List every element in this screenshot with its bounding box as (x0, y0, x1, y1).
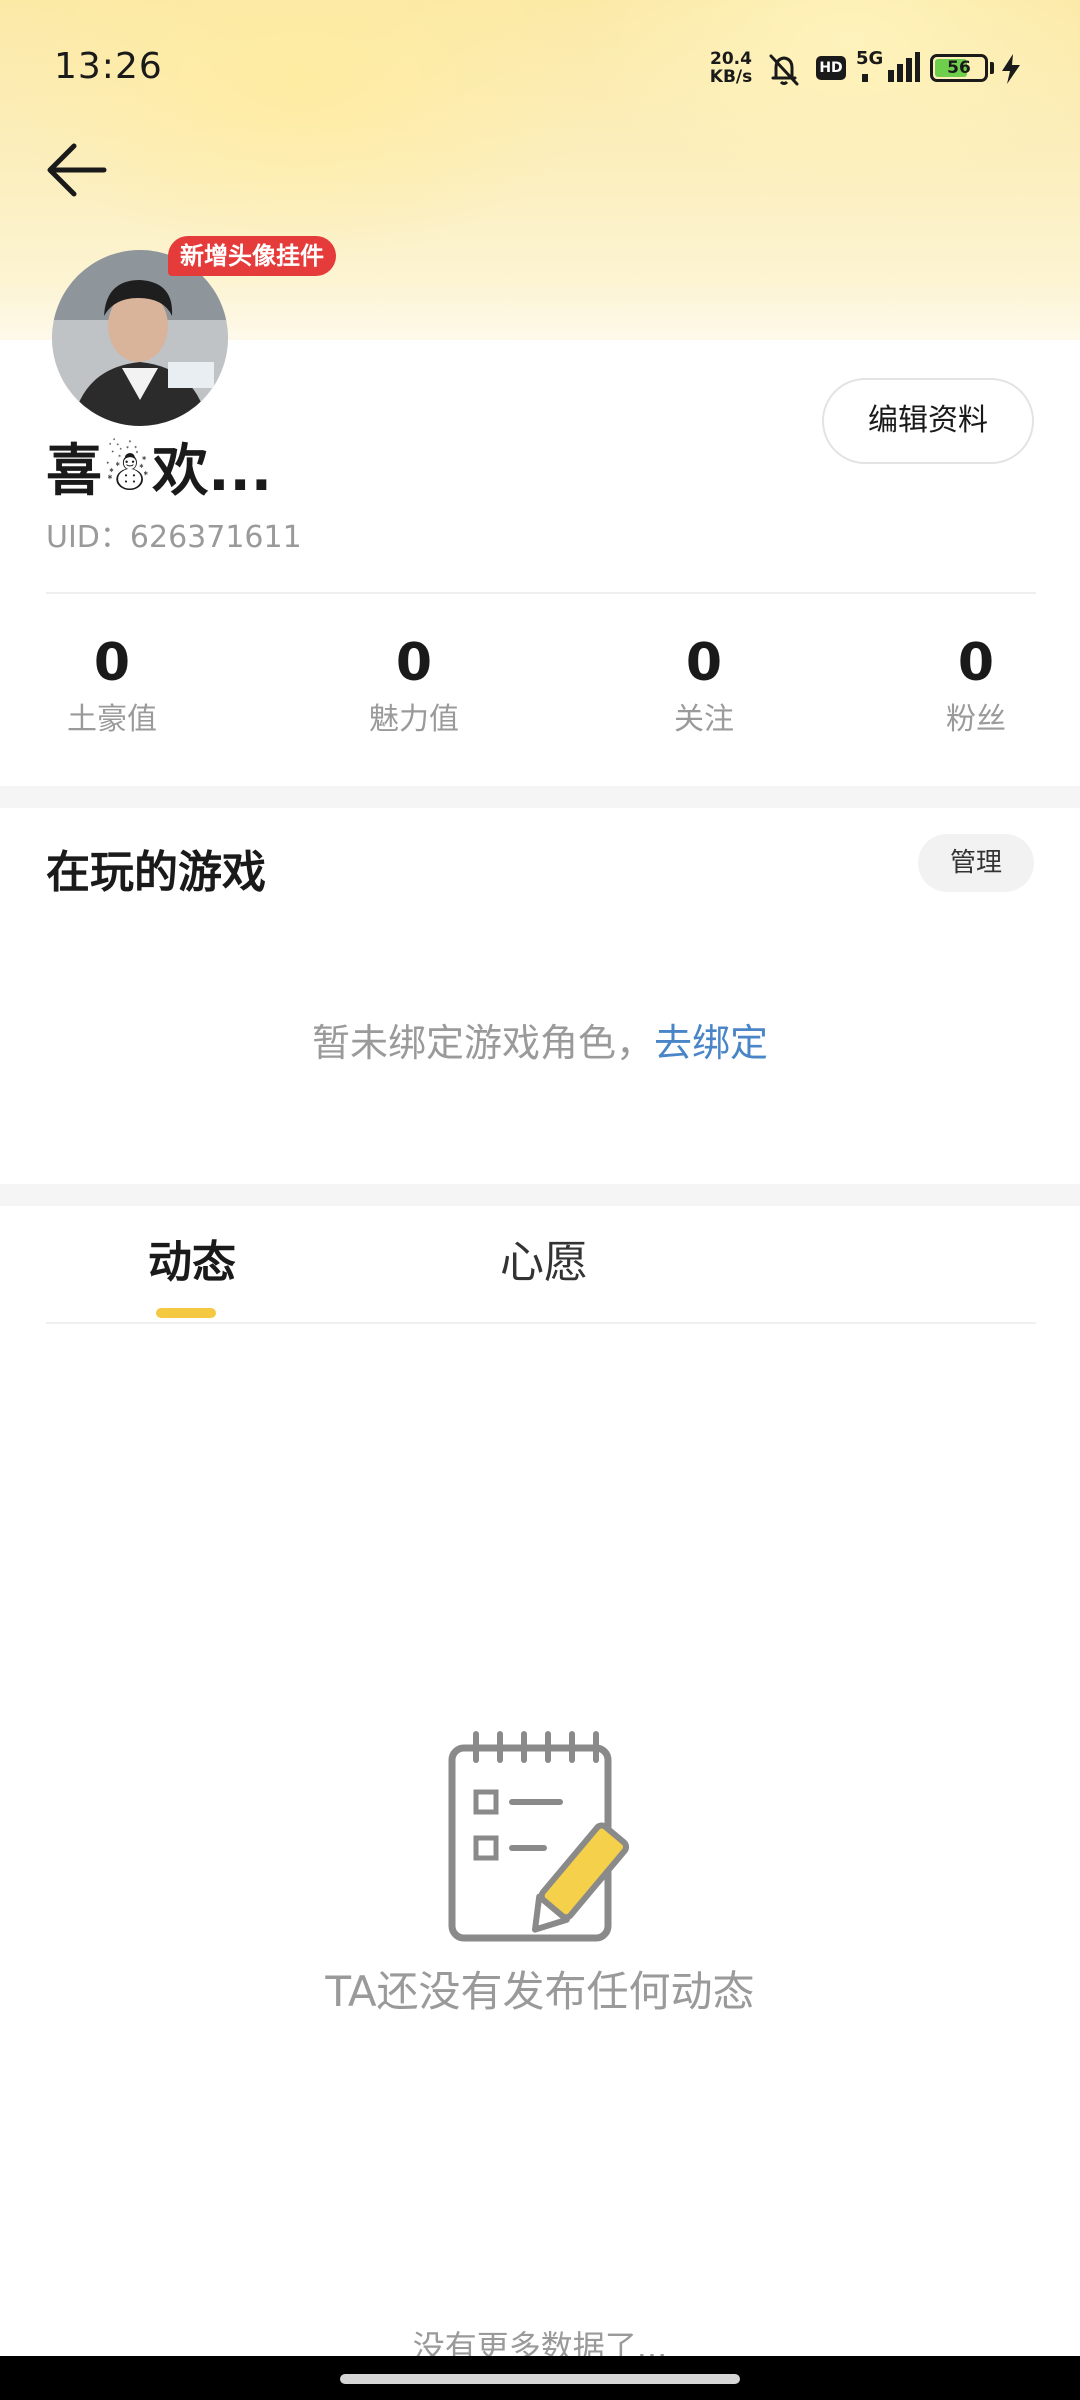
section-separator (0, 1184, 1080, 1206)
status-time: 13:26 (54, 46, 163, 87)
stat-value: 0 (93, 633, 131, 693)
tab-wishes[interactable]: 心愿 (500, 1226, 588, 1290)
section-separator (0, 786, 1080, 808)
stat-following[interactable]: 0 关注 (604, 628, 804, 742)
network-speed-unit: KB/s (709, 67, 753, 87)
edit-profile-button[interactable]: 编辑资料 (822, 378, 1034, 464)
divider (46, 1322, 1036, 1324)
stat-value: 0 (957, 633, 995, 693)
stat-tuhao[interactable]: 0 土豪值 (12, 628, 212, 742)
games-empty-text: 暂未绑定游戏角色， (311, 1021, 654, 1065)
charging-bolt-icon (1002, 54, 1020, 84)
battery-icon: 56 (930, 54, 988, 82)
stat-value: 0 (395, 633, 433, 693)
stat-label: 粉丝 (946, 702, 1006, 737)
bind-game-link[interactable]: 去绑定 (654, 1021, 768, 1065)
stat-label: 关注 (674, 702, 734, 737)
battery-tip (990, 62, 994, 74)
hd-icon: HD (816, 56, 846, 80)
network-speed-value: 20.4 (710, 49, 752, 69)
nickname: 喜☃欢... (46, 439, 273, 504)
divider (46, 592, 1036, 594)
mute-icon (769, 54, 799, 86)
stat-charm[interactable]: 0 魅力值 (314, 628, 514, 742)
status-bar: 13:26 20.4 KB/s HD 5G 56 (0, 0, 1080, 140)
battery-level: 56 (947, 58, 971, 78)
signal-icon (862, 52, 920, 82)
home-indicator[interactable] (340, 2374, 740, 2384)
avatar[interactable] (52, 250, 228, 426)
stat-label: 魅力值 (369, 702, 459, 737)
notepad-pencil-icon (448, 1731, 630, 1942)
network-speed: 20.4 KB/s (706, 50, 756, 86)
uid-text: UID：626371611 (46, 520, 302, 555)
active-tab-indicator (156, 1308, 216, 1318)
stat-followers[interactable]: 0 粉丝 (876, 628, 1076, 742)
avatar-image (52, 250, 228, 426)
tab-moments[interactable]: 动态 (148, 1226, 236, 1290)
games-empty-state: 暂未绑定游戏角色，去绑定 (0, 1012, 1080, 1067)
stat-label: 土豪值 (67, 702, 157, 737)
feed-empty-text: TA还没有发布任何动态 (325, 1967, 755, 2016)
stat-value: 0 (685, 633, 723, 693)
back-button[interactable] (40, 134, 120, 206)
games-section-title: 在玩的游戏 (46, 847, 266, 898)
new-pendant-badge[interactable]: 新增头像挂件 (168, 236, 336, 276)
manage-button[interactable]: 管理 (918, 834, 1034, 892)
